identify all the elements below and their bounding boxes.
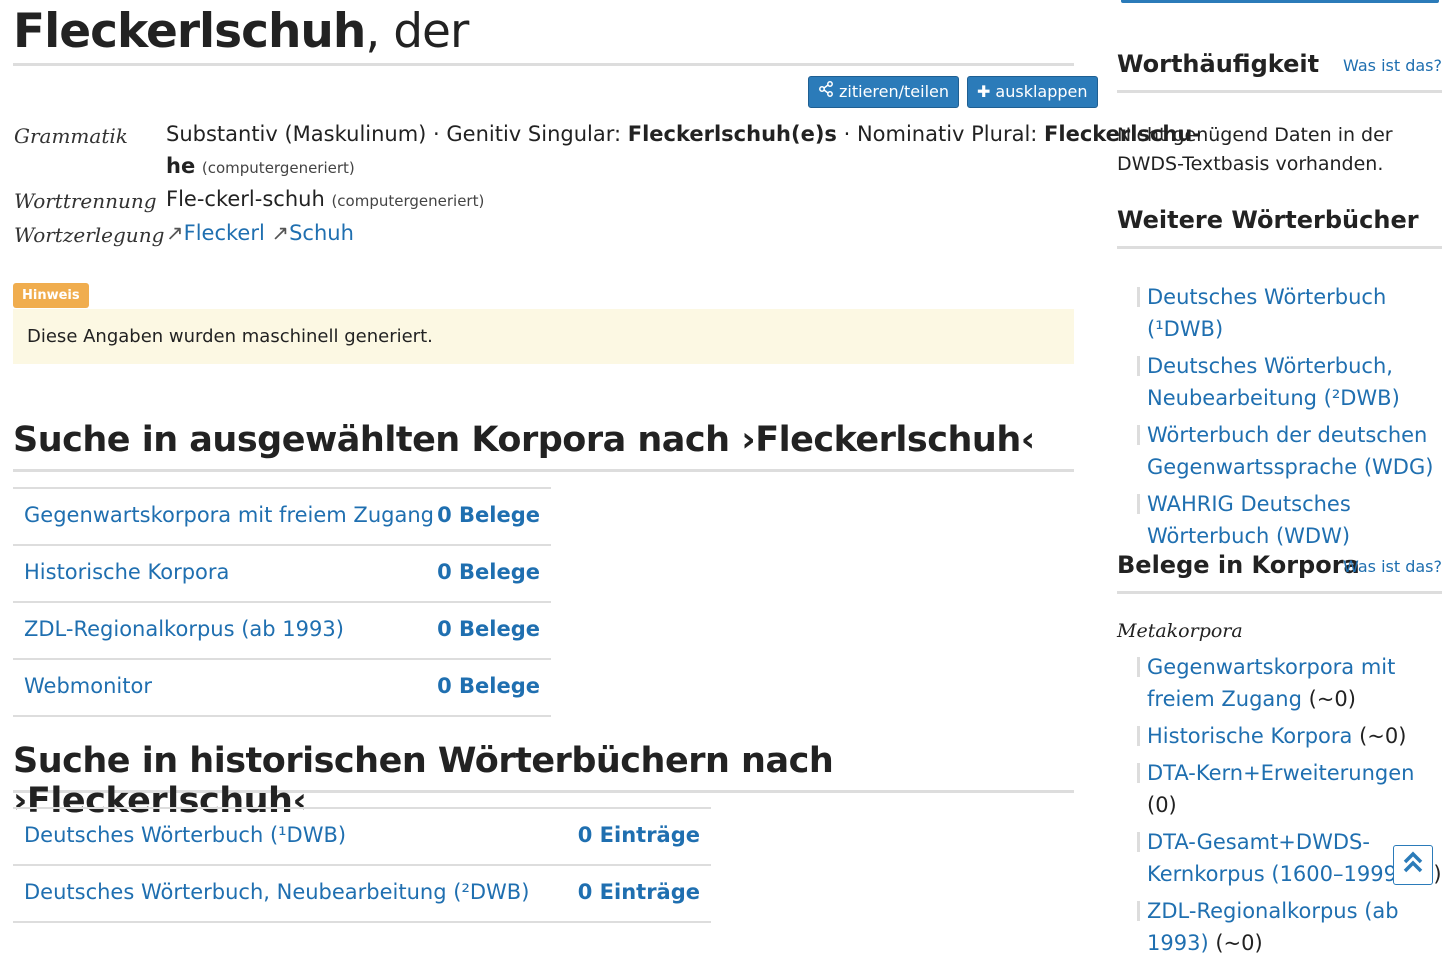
corpus-count: (~0) (1308, 687, 1356, 711)
dictionary-count-link[interactable]: 0 Einträge (578, 823, 700, 847)
hyphenation-value: Fle-ckerl-schuh (computergeneriert) (166, 187, 484, 211)
corpus-link[interactable]: Gegenwartskorpora mit freiem Zugang (1147, 655, 1395, 711)
list-item: WAHRIG Deutsches Wörterbuch (WDW) (1137, 488, 1442, 552)
grammar-value: Substantiv (Maskulinum) · Genitiv Singul… (166, 122, 1201, 146)
lemma-title: Fleckerlschuh, der (13, 4, 469, 59)
corpora-header: Belege in Korpora Was ist das? (1117, 551, 1442, 594)
external-link-icon: ↗ (166, 221, 184, 245)
entry-toolbar: zitieren/teilen ✚ ausklappen (808, 76, 1098, 108)
list-item: Historische Korpora (~0) (1137, 720, 1442, 752)
share-icon (818, 77, 834, 107)
lemma-header: Fleckerlschuh, der (13, 0, 1074, 66)
main-content: Fleckerlschuh, der (13, 0, 1074, 66)
dictionaries-title: Weitere Wörterbücher (1117, 206, 1419, 234)
table-row: Gegenwartskorpora mit freiem Zugang 0 Be… (13, 489, 551, 546)
list-item: Deutsches Wörterbuch (¹DWB) (1137, 281, 1442, 345)
dictionary-link[interactable]: Deutsches Wörterbuch (¹DWB) (24, 823, 346, 847)
hyphenation-note: (computergeneriert) (331, 192, 485, 210)
grammar-text-2: · Nominativ Plural: (836, 122, 1045, 146)
lemma-article: , der (365, 4, 469, 59)
corpora-title: Belege in Korpora (1117, 551, 1360, 579)
dictionaries-table: Deutsches Wörterbuch (¹DWB) 0 Einträge D… (13, 807, 711, 923)
scroll-to-top-button[interactable] (1393, 845, 1433, 885)
table-row: ZDL-Regionalkorpus (ab 1993) 0 Belege (13, 603, 551, 660)
corpus-count-link[interactable]: 0 Belege (437, 674, 540, 698)
grammar-value-cont: he (computergeneriert) (166, 154, 355, 178)
dictionary-link[interactable]: Deutsches Wörterbuch, Neubearbeitung (²D… (1147, 354, 1400, 410)
notice-badge: Hinweis (13, 283, 89, 308)
corpus-count: (0) (1147, 793, 1177, 817)
corpus-link[interactable]: Historische Korpora (24, 560, 229, 584)
corpora-table: Gegenwartskorpora mit freiem Zugang 0 Be… (13, 487, 551, 717)
grammar-label: Grammatik (14, 124, 128, 148)
corpus-link[interactable]: ZDL-Regionalkorpus (ab 1993) (1147, 899, 1399, 955)
hyphenation-text: Fle-ckerl-schuh (166, 187, 325, 211)
corpus-count: (~0) (1359, 724, 1407, 748)
corpora-info-link[interactable]: Was ist das? (1343, 557, 1442, 576)
decomposition-link-fleckerl[interactable]: Fleckerl (184, 221, 265, 245)
table-row: Webmonitor 0 Belege (13, 660, 551, 717)
corpus-link[interactable]: Gegenwartskorpora mit freiem Zugang (24, 503, 434, 527)
dictionaries-section-title: Suche in historischen Wörterbüchern nach… (13, 741, 1074, 821)
double-chevron-up-icon (1400, 849, 1426, 881)
lemma: Fleckerlschuh (13, 4, 366, 59)
corpus-link[interactable]: DTA-Kern+Erweiterungen (1147, 761, 1414, 785)
frequency-info-link[interactable]: Was ist das? (1343, 56, 1442, 75)
table-row: Historische Korpora 0 Belege (13, 546, 551, 603)
plus-icon: ✚ (977, 82, 991, 101)
decomposition-value: ↗Fleckerl ↗Schuh (166, 221, 354, 245)
corpora-list: Gegenwartskorpora mit freiem Zugang (~0)… (1137, 651, 1442, 964)
list-item: Deutsches Wörterbuch, Neubearbeitung (²D… (1137, 350, 1442, 414)
cite-share-button[interactable]: zitieren/teilen (808, 76, 959, 108)
corpora-section-title-text: Suche in ausgewählten Korpora nach ›Flec… (13, 420, 1035, 460)
hyphenation-label: Worttrennung (14, 189, 157, 213)
decomposition-link-schuh[interactable]: Schuh (289, 221, 354, 245)
list-item: DTA-Kern+Erweiterungen (0) (1137, 757, 1442, 821)
dictionary-link[interactable]: Deutsches Wörterbuch (¹DWB) (1147, 285, 1386, 341)
corpora-section-title: Suche in ausgewählten Korpora nach ›Flec… (13, 420, 1074, 472)
expand-label: ausklappen (995, 82, 1088, 101)
corpus-link[interactable]: Webmonitor (24, 674, 152, 698)
list-item: ZDL-Regionalkorpus (ab 1993) (~0) (1137, 895, 1442, 959)
dictionaries-list: Deutsches Wörterbuch (¹DWB) Deutsches Wö… (1137, 281, 1442, 557)
table-row: Deutsches Wörterbuch (¹DWB) 0 Einträge (13, 809, 711, 866)
notice-box: Diese Angaben wurden maschinell generier… (13, 309, 1074, 364)
dictionary-link[interactable]: Deutsches Wörterbuch, Neubearbeitung (²D… (24, 880, 529, 904)
plural-form-part2: he (166, 154, 196, 178)
frequency-title: Worthäufigkeit (1117, 50, 1320, 78)
external-link-icon: ↗ (271, 221, 290, 245)
table-row: Deutsches Wörterbuch, Neubearbeitung (²D… (13, 866, 711, 923)
corpus-count-link[interactable]: 0 Belege (437, 560, 540, 584)
list-item: Gegenwartskorpora mit freiem Zugang (~0) (1137, 651, 1442, 715)
dictionary-count-link[interactable]: 0 Einträge (578, 880, 700, 904)
frequency-header: Worthäufigkeit Was ist das? (1117, 50, 1442, 93)
list-item: Wörterbuch der deutschen Gegenwartssprac… (1137, 419, 1442, 483)
metakorpora-label: Metakorpora (1117, 620, 1243, 642)
grammar-note: (computergeneriert) (201, 159, 355, 177)
expand-button[interactable]: ✚ ausklappen (967, 76, 1098, 108)
corpus-count: (~0) (1215, 931, 1263, 955)
grammar-text: Substantiv (Maskulinum) · Genitiv Singul… (166, 122, 628, 146)
decomposition-label: Wortzerlegung (14, 223, 165, 247)
dictionary-link[interactable]: Wörterbuch der deutschen Gegenwartssprac… (1147, 423, 1433, 479)
corpus-link[interactable]: Historische Korpora (1147, 724, 1352, 748)
notice-text: Diese Angaben wurden maschinell generier… (27, 326, 433, 347)
dictionary-link[interactable]: WAHRIG Deutsches Wörterbuch (WDW) (1147, 492, 1351, 548)
corpus-count-link[interactable]: 0 Belege (437, 503, 540, 527)
sidebar-top-bar (1121, 0, 1439, 3)
frequency-text: Nicht genügend Daten in der DWDS-Textbas… (1117, 124, 1393, 175)
cite-share-label: zitieren/teilen (839, 82, 949, 101)
corpus-link[interactable]: DTA-Gesamt+DWDS-Kernkorpus (1600–1999) (1147, 830, 1405, 886)
genitive-form: Fleckerlschuh(e)s (627, 122, 837, 146)
corpus-count-link[interactable]: 0 Belege (437, 617, 540, 641)
corpus-link[interactable]: ZDL-Regionalkorpus (ab 1993) (24, 617, 344, 641)
dictionaries-header: Weitere Wörterbücher (1117, 206, 1442, 249)
